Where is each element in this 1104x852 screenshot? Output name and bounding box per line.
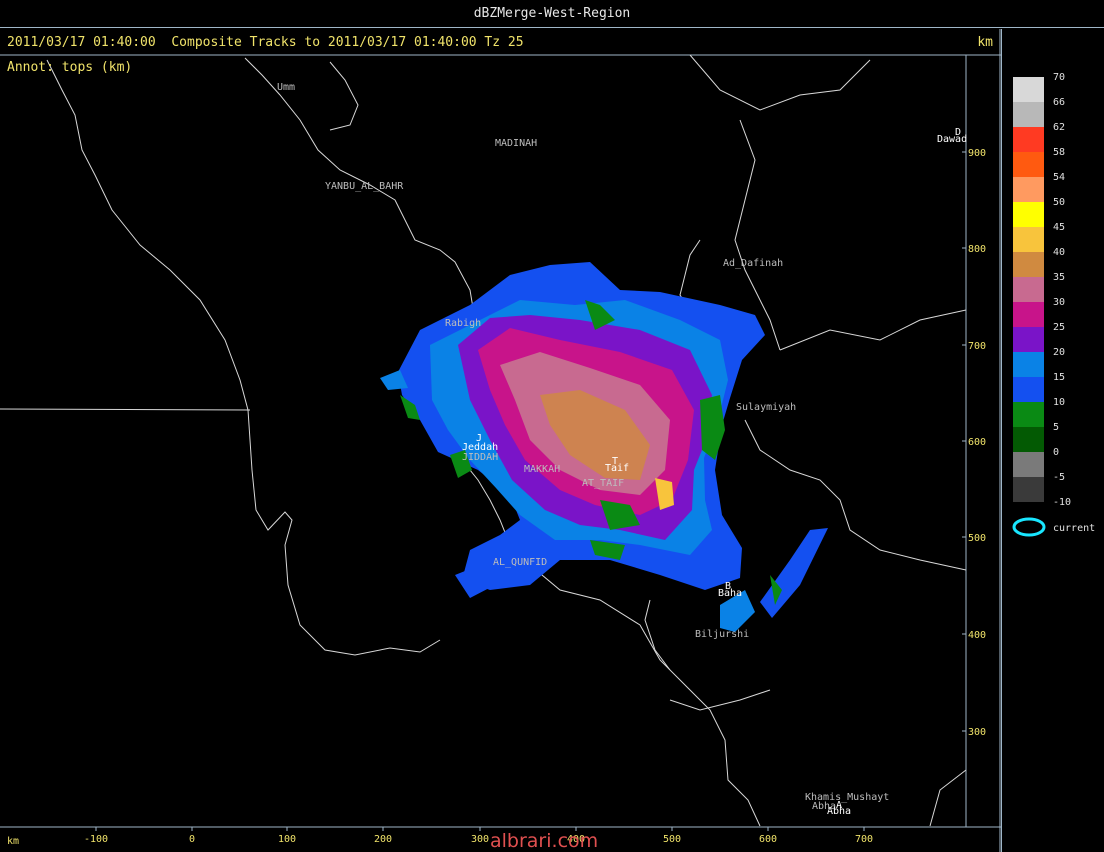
legend-swatch	[1013, 227, 1044, 252]
x-tick-label: 300	[471, 834, 489, 845]
legend-label: 66	[1053, 97, 1066, 108]
color-legend: 70 66 62 58 54 50 45 40 35 30 25 20 15 10 5 0 -5 -10 curr…	[1001, 29, 1104, 852]
x-tick-label: -100	[84, 834, 108, 845]
y-tick-label: 600	[968, 437, 986, 448]
current-ellipse-icon	[1012, 517, 1046, 537]
legend-swatch	[1013, 477, 1044, 502]
legend-label: 58	[1053, 147, 1066, 158]
legend-label: 25	[1053, 322, 1066, 333]
place-rabigh: Rabigh	[445, 318, 481, 329]
legend-label: -10	[1053, 497, 1072, 508]
legend-label: 70	[1053, 72, 1066, 83]
legend-label: 10	[1053, 397, 1066, 408]
x-tick-label: 500	[663, 834, 681, 845]
x-tick-label: 100	[278, 834, 296, 845]
legend-label: 35	[1053, 272, 1066, 283]
watermark: albrari.com	[490, 830, 599, 852]
legend-swatch	[1013, 102, 1044, 127]
legend-swatch	[1013, 152, 1044, 177]
place-at-taif: AT_TAIF	[582, 478, 624, 489]
legend-swatch	[1013, 352, 1044, 377]
legend-swatch	[1013, 302, 1044, 327]
legend-label: 30	[1053, 297, 1066, 308]
current-label: current	[1053, 523, 1096, 534]
legend-label: -5	[1053, 472, 1066, 483]
radar-map[interactable]: J T B A D Umm MADINAH YANBU_AL_BAHR Ad_D…	[0, 0, 1001, 852]
place-biljurshi: Biljurshi	[695, 629, 749, 640]
x-axis-unit-label: km	[7, 836, 19, 847]
y-tick-label: 900	[968, 148, 986, 159]
legend-swatch	[1013, 327, 1044, 352]
place-abha: Abha	[827, 806, 851, 817]
place-madinah: MADINAH	[495, 138, 537, 149]
legend-label: 40	[1053, 247, 1066, 258]
y-tick-label: 500	[968, 533, 986, 544]
legend-swatch	[1013, 77, 1044, 102]
legend-swatch	[1013, 177, 1044, 202]
place-baha: Baha	[718, 588, 742, 599]
legend-swatch	[1013, 402, 1044, 427]
annotation-label: Annot: tops (km)	[7, 60, 133, 75]
place-ad-dafinah: Ad_Dafinah	[723, 258, 783, 269]
legend-label: 54	[1053, 172, 1066, 183]
legend-swatch	[1013, 452, 1044, 477]
place-al-qunfidah: AL_QUNFID	[493, 557, 547, 568]
legend-label: 5	[1053, 422, 1060, 433]
legend-label: 0	[1053, 447, 1060, 458]
y-tick-label: 800	[968, 244, 986, 255]
x-tick-label: 600	[759, 834, 777, 845]
legend-swatch	[1013, 127, 1044, 152]
place-jiddah: JIDDAH	[462, 452, 498, 463]
x-tick-label: 0	[189, 834, 195, 845]
legend-label: 45	[1053, 222, 1066, 233]
legend-swatch	[1013, 277, 1044, 302]
legend-swatch	[1013, 427, 1044, 452]
y-tick-label: 700	[968, 341, 986, 352]
y-tick-label: 400	[968, 630, 986, 641]
legend-swatch	[1013, 252, 1044, 277]
legend-swatch	[1013, 377, 1044, 402]
y-tick-label: 300	[968, 727, 986, 738]
legend-label: 62	[1053, 122, 1066, 133]
legend-label: 50	[1053, 197, 1066, 208]
place-umm: Umm	[277, 82, 295, 93]
x-axis: km -100 0 100 200 300 400 500 600 700	[7, 827, 873, 847]
legend-swatch	[1013, 202, 1044, 227]
legend-label: 15	[1053, 372, 1066, 383]
x-tick-label: 200	[374, 834, 392, 845]
place-taif: Taif	[605, 463, 629, 474]
place-yanbu: YANBU_AL_BAHR	[325, 181, 404, 192]
place-sulaymiyah: Sulaymiyah	[736, 402, 796, 413]
x-tick-label: 700	[855, 834, 873, 845]
legend-label: 20	[1053, 347, 1066, 358]
place-makkah: MAKKAH	[524, 464, 560, 475]
place-dawadmi: Dawad	[937, 134, 967, 145]
